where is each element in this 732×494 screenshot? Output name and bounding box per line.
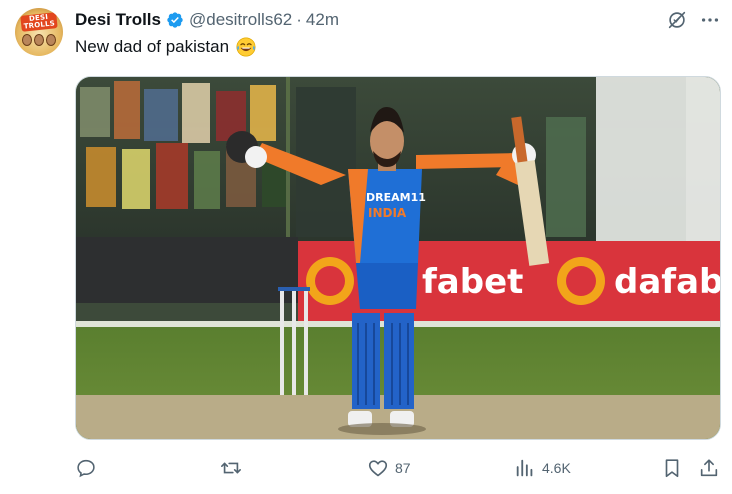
grok-button[interactable] (664, 7, 690, 33)
avatar-face (22, 34, 32, 46)
retweet-icon (221, 462, 241, 474)
stumps (278, 287, 310, 395)
more-icon (701, 18, 719, 22)
more-button[interactable] (697, 7, 723, 33)
banner-logo-1 (306, 257, 354, 305)
grok-icon (668, 11, 686, 29)
author-handle[interactable]: @desitrolls62 (189, 10, 292, 30)
tweet-text: New dad of pakistan (75, 36, 257, 58)
avatar-face (34, 34, 44, 46)
avatar-faces (22, 34, 56, 50)
reply-icon (77, 459, 95, 478)
avatar-face (46, 34, 56, 46)
banner-text-1: fabet (422, 262, 523, 302)
views-icon (516, 459, 533, 477)
tweet-header: Desi Trolls @desitrolls62 · 42m (75, 10, 339, 30)
tweet-time[interactable]: 42m (306, 10, 339, 30)
avatar[interactable]: DESI TROLLS (15, 8, 63, 56)
tweet-media-photo[interactable]: fabet dafab DREAM11 INDIA (75, 76, 721, 440)
tweet-text-content: New dad of pakistan (75, 37, 230, 56)
banner-logo-2 (557, 257, 605, 305)
like-count: 87 (395, 460, 411, 476)
retweet-button[interactable] (219, 454, 249, 482)
tweet-actions: 87 4.6K (0, 454, 732, 482)
like-icon (368, 460, 388, 477)
avatar-logo-line-2: TROLLS (23, 19, 56, 31)
laughing-tears-emoji-icon (236, 37, 256, 57)
views-count: 4.6K (542, 460, 571, 476)
bookmark-icon (665, 459, 679, 478)
views-button[interactable]: 4.6K (514, 454, 571, 482)
jersey-country: INDIA (368, 206, 407, 220)
like-button[interactable]: 87 (367, 454, 411, 482)
author-name[interactable]: Desi Trolls (75, 10, 161, 30)
verified-icon (167, 12, 183, 28)
share-icon (700, 459, 718, 477)
cricket-photo: fabet dafab DREAM11 INDIA (76, 77, 721, 439)
banner-text-2: dafab (614, 262, 721, 302)
reply-button[interactable] (75, 454, 103, 482)
share-button[interactable] (698, 454, 720, 482)
tweet-card[interactable]: DESI TROLLS Desi Trolls @desitrolls62 · … (0, 0, 732, 494)
bookmark-button[interactable] (661, 454, 683, 482)
avatar-logo: DESI TROLLS (20, 12, 58, 32)
separator-dot: · (296, 10, 302, 29)
jersey-sponsor: DREAM11 (366, 191, 426, 204)
